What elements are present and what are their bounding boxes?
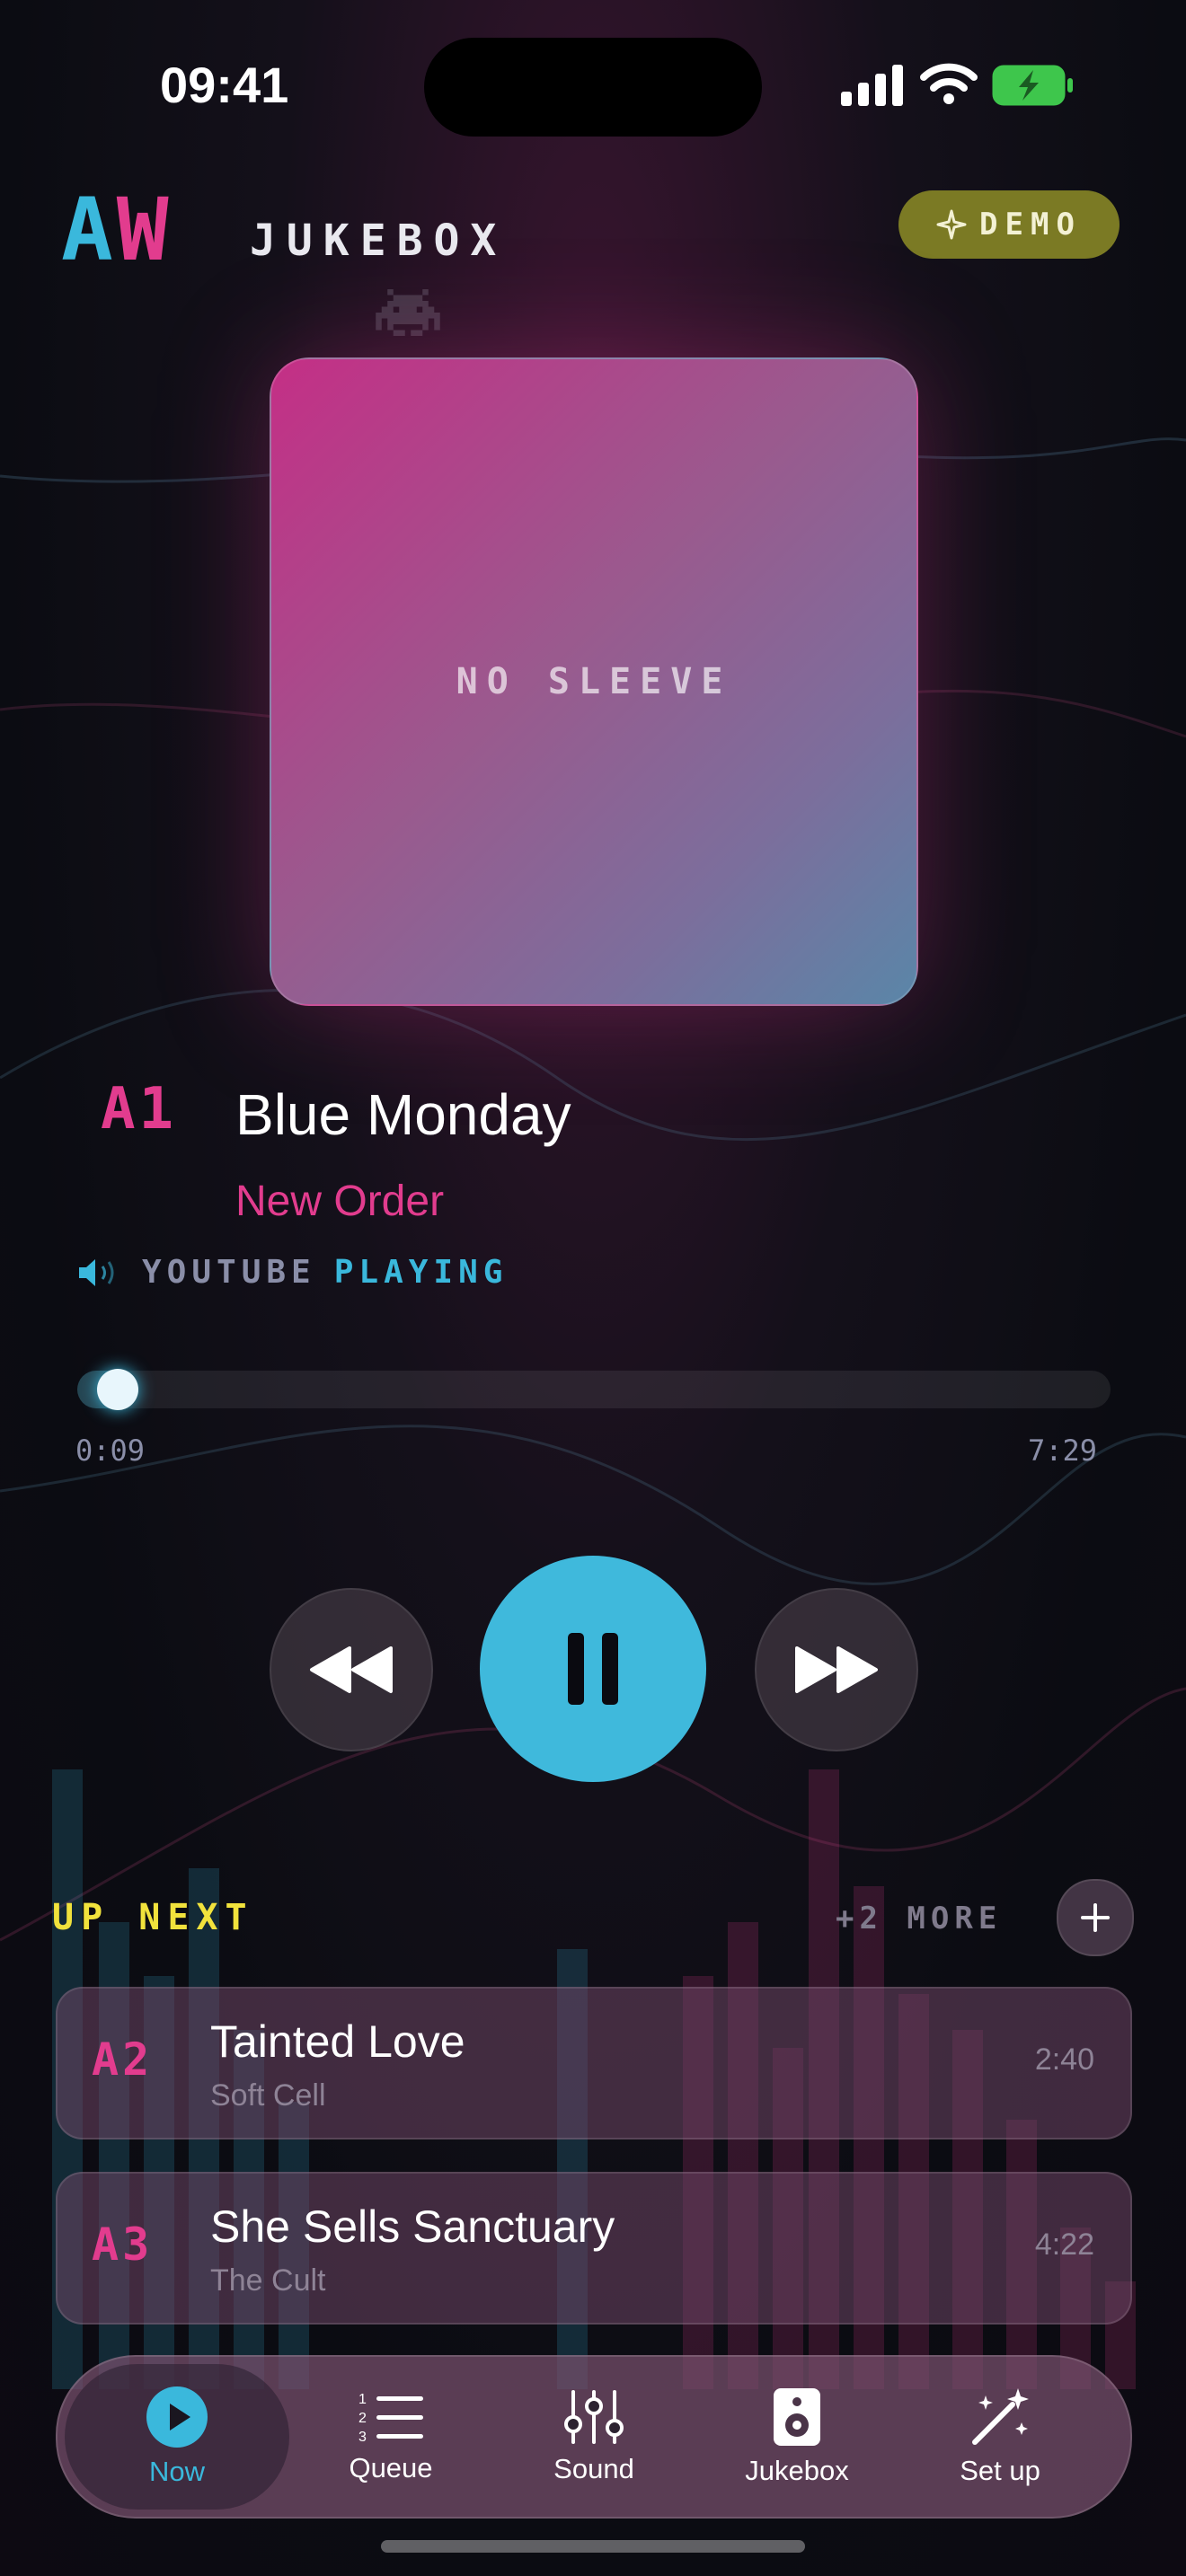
speaker-icon <box>774 2388 820 2446</box>
fast-forward-icon <box>795 1646 878 1693</box>
sparkle-icon <box>936 209 967 240</box>
queue-item[interactable]: A2 Tainted Love Soft Cell 2:40 <box>56 1987 1132 2139</box>
playback-state: PLAYING <box>333 1254 509 1291</box>
track-title: Blue Monday <box>235 1082 571 1147</box>
tab-label: Now <box>148 2456 205 2487</box>
svg-text:2: 2 <box>358 2411 367 2426</box>
app-logo: AW <box>61 180 173 280</box>
queue-item-duration: 2:40 <box>1034 2042 1094 2077</box>
home-indicator <box>381 2540 805 2553</box>
track-artist: New Order <box>235 1178 445 1225</box>
rewind-icon <box>310 1646 393 1693</box>
magic-wand-icon <box>972 2388 1029 2445</box>
wifi-icon <box>920 63 978 104</box>
sliders-icon <box>564 2390 624 2444</box>
cellular-signal-icon <box>841 65 903 106</box>
queue-item-artist: The Cult <box>210 2263 326 2298</box>
tab-jukebox[interactable]: Jukebox <box>695 2357 898 2517</box>
no-sleeve-label: NO SLEEVE <box>456 661 732 702</box>
total-time: 7:29 <box>1028 1434 1098 1468</box>
pause-icon <box>568 1633 618 1705</box>
tab-label: Sound <box>553 2453 634 2484</box>
tab-sound[interactable]: Sound <box>492 2357 695 2517</box>
pause-button[interactable] <box>480 1556 706 1782</box>
queue-item-title: She Sells Sanctuary <box>210 2201 615 2252</box>
up-next-title: UP NEXT <box>52 1897 254 1938</box>
svg-text:3: 3 <box>358 2430 367 2445</box>
numbered-list-icon: 1 2 3 <box>358 2392 423 2445</box>
svg-text:1: 1 <box>358 2392 367 2407</box>
demo-button[interactable]: DEMO <box>898 190 1120 259</box>
play-circle-icon <box>146 2386 208 2448</box>
battery-charging-icon <box>992 65 1073 106</box>
tab-label: Jukebox <box>745 2455 849 2486</box>
tab-queue[interactable]: 1 2 3 Queue <box>289 2357 492 2517</box>
tab-label: Queue <box>349 2452 433 2483</box>
queue-item-duration: 4:22 <box>1034 2228 1094 2262</box>
queue-item-artist: Soft Cell <box>210 2078 326 2113</box>
tab-bar: Now 1 2 3 Queue Sound Jukebox Set up <box>56 2355 1132 2519</box>
space-invader-icon <box>376 289 440 336</box>
status-time: 09:41 <box>160 57 289 113</box>
queue-item-code: A3 <box>92 2219 154 2271</box>
add-to-queue-button[interactable] <box>1057 1879 1134 1956</box>
fast-forward-button[interactable] <box>755 1588 918 1751</box>
tab-setup[interactable]: Set up <box>898 2357 1102 2517</box>
queue-item-code: A2 <box>92 2033 154 2086</box>
source-label: YOUTUBE <box>142 1254 316 1291</box>
speaker-volume-icon <box>79 1258 114 1286</box>
progress-bar[interactable] <box>77 1371 1111 1408</box>
track-code: A1 <box>101 1076 178 1142</box>
elapsed-time: 0:09 <box>75 1434 146 1468</box>
queue-item[interactable]: A3 She Sells Sanctuary The Cult 4:22 <box>56 2172 1132 2325</box>
rewind-button[interactable] <box>270 1588 433 1751</box>
progress-thumb[interactable] <box>97 1369 139 1410</box>
tab-now[interactable]: Now <box>65 2364 289 2510</box>
more-count-button[interactable]: +2 MORE <box>836 1901 1002 1936</box>
demo-label: DEMO <box>979 207 1082 243</box>
app-title: JUKEBOX <box>250 216 508 266</box>
tab-label: Set up <box>960 2455 1040 2486</box>
source-status: YOUTUBE PLAYING <box>77 1254 508 1291</box>
plus-icon <box>1081 1903 1110 1932</box>
queue-item-title: Tainted Love <box>210 2016 465 2067</box>
dynamic-island <box>424 38 762 137</box>
album-sleeve: NO SLEEVE <box>270 357 918 1006</box>
